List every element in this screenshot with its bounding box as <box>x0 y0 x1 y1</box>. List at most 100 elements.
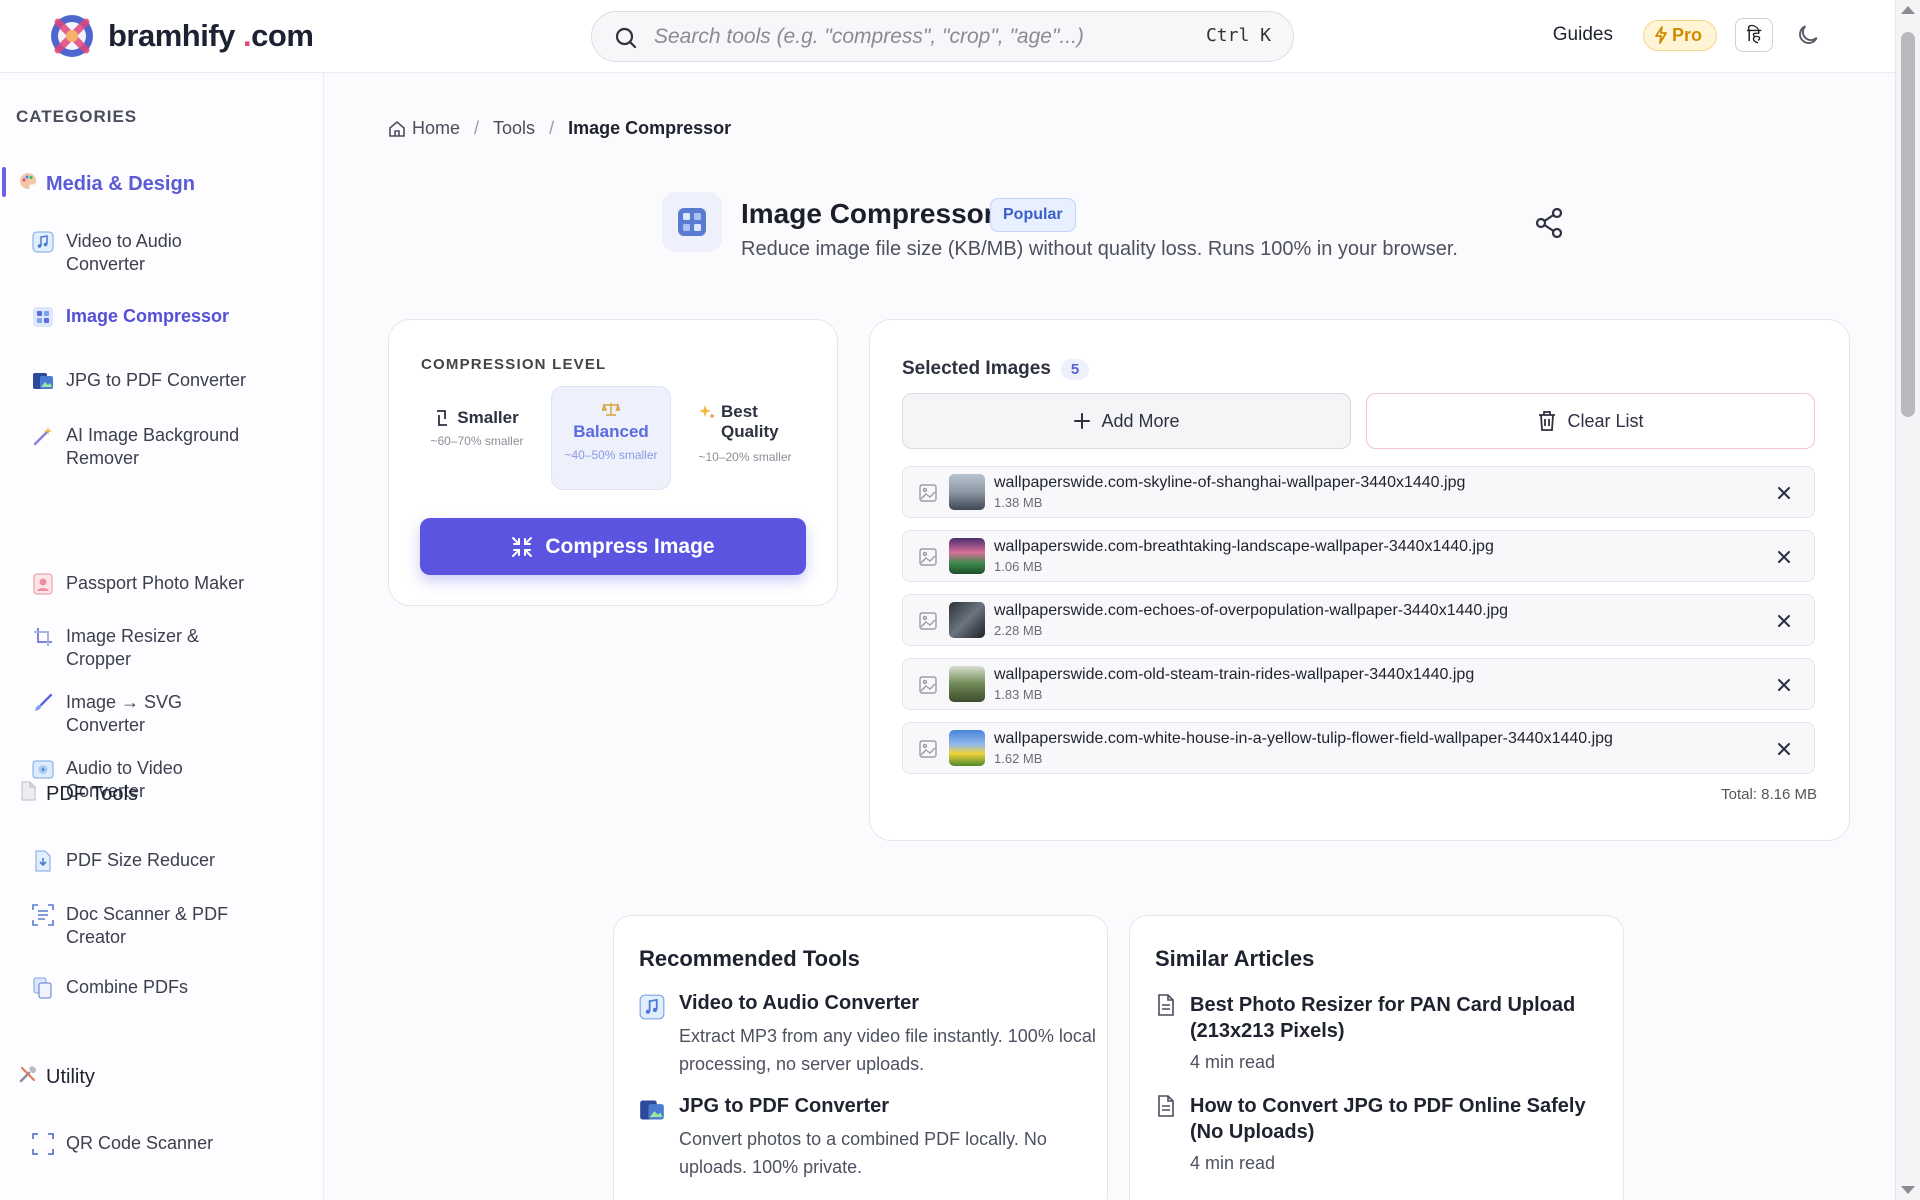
pro-button[interactable]: Pro <box>1642 19 1717 51</box>
sidebar-item-doc-scanner[interactable]: Doc Scanner & PDF Creator <box>32 903 262 949</box>
thumbnail-image <box>949 730 985 766</box>
sidebar-item-label: Image Resizer & Cropper <box>66 626 200 669</box>
level-best-quality-option[interactable]: Best Quality ~10–20% smaller <box>685 386 805 490</box>
similar-articles-panel: Similar Articles Best Photo Resizer for … <box>1129 915 1624 1200</box>
scrollbar-thumb[interactable] <box>1901 32 1915 417</box>
image-count-badge: 5 <box>1060 358 1090 380</box>
moon-icon[interactable] <box>1791 18 1825 52</box>
file-row: wallpaperswide.com-echoes-of-overpopulat… <box>902 594 1815 646</box>
home-icon <box>389 120 405 137</box>
search-box[interactable]: Ctrl K <box>591 11 1294 62</box>
sidebar-item-label: Doc Scanner & PDF Creator <box>66 904 229 947</box>
sidebar-item-label: Passport Photo Maker <box>66 573 245 593</box>
remove-file-icon[interactable] <box>1774 547 1794 567</box>
level-desc: ~60–70% smaller <box>430 434 524 448</box>
clear-list-button[interactable]: Clear List <box>1366 393 1815 449</box>
files-icon <box>32 977 54 999</box>
document-icon <box>1155 1095 1177 1117</box>
image-pdf-icon <box>639 1097 665 1123</box>
lightning-icon <box>1655 26 1667 44</box>
image-pdf-icon <box>32 370 54 392</box>
sidebar-item-video-to-audio[interactable]: Video to Audio Converter <box>32 230 262 276</box>
crop-icon <box>32 626 54 648</box>
file-row: wallpaperswide.com-old-steam-train-rides… <box>902 658 1815 710</box>
tools-icon <box>18 1064 38 1090</box>
remove-file-icon[interactable] <box>1774 483 1794 503</box>
pdf-icon <box>18 781 38 807</box>
breadcrumb-separator: / <box>549 118 555 138</box>
search-icon <box>614 26 638 50</box>
sidebar-group-utility[interactable]: Utility <box>18 1064 95 1090</box>
trash-icon <box>1539 411 1556 431</box>
sidebar-item-label: Image → SVG Converter <box>66 692 183 735</box>
sidebar-item-label: PDF Size Reducer <box>66 850 216 870</box>
article-item[interactable]: How to Convert JPG to PDF Online Safely … <box>1155 1093 1605 1183</box>
brand-mark-icon <box>42 12 106 60</box>
sidebar-item-pdf-size-reducer[interactable]: PDF Size Reducer <box>32 849 262 872</box>
sidebar-title: CATEGORIES <box>16 107 138 126</box>
page-scrollbar[interactable] <box>1895 0 1920 1200</box>
file-size: 1.83 MB <box>994 687 1043 702</box>
thumbnail-image <box>949 474 985 510</box>
sidebar-item-image-resizer[interactable]: Image Resizer & Cropper <box>32 625 262 671</box>
sidebar-item-jpg-to-pdf[interactable]: JPG to PDF Converter <box>32 369 262 392</box>
level-balanced-option[interactable]: Balanced ~40–50% smaller <box>551 386 671 490</box>
sidebar-item-combine-pdfs[interactable]: Combine PDFs <box>32 976 262 999</box>
compress-image-button[interactable]: Compress Image <box>420 518 806 575</box>
file-size: 1.06 MB <box>994 559 1043 574</box>
image-compressor-icon <box>662 192 722 252</box>
breadcrumb-tools[interactable]: Tools <box>493 118 535 139</box>
total-size: Total: 8.16 MB <box>1721 786 1817 803</box>
brand-name: bramhify <box>108 18 235 53</box>
article-title: Best Photo Resizer for PAN Card Upload (… <box>1190 994 1576 1042</box>
guides-link[interactable]: Guides <box>1553 24 1613 46</box>
scroll-down-arrow-icon[interactable] <box>1901 1186 1915 1194</box>
scroll-up-arrow-icon[interactable] <box>1901 6 1915 14</box>
sidebar-group-media-design[interactable]: Media & Design <box>2 167 195 197</box>
file-size: 1.38 MB <box>994 495 1043 510</box>
remove-file-icon[interactable] <box>1774 611 1794 631</box>
grid-image-icon <box>32 306 54 328</box>
file-name: wallpaperswide.com-white-house-in-a-yell… <box>994 730 1613 747</box>
popular-badge: Popular <box>990 198 1076 232</box>
level-smaller-option[interactable]: Smaller ~60–70% smaller <box>417 386 537 490</box>
breadcrumb: Home / Tools / Image Compressor <box>388 118 731 139</box>
music-icon <box>32 231 54 253</box>
recommended-item-desc: Convert photos to a combined PDF locally… <box>679 1129 1047 1177</box>
file-row: wallpaperswide.com-breathtaking-landscap… <box>902 530 1815 582</box>
remove-file-icon[interactable] <box>1774 675 1794 695</box>
file-name: wallpaperswide.com-old-steam-train-rides… <box>994 666 1475 683</box>
sidebar-item-image-to-svg[interactable]: Image → SVG Converter <box>32 691 262 737</box>
share-icon[interactable] <box>1532 206 1566 240</box>
recommended-item-video-to-audio[interactable]: Video to Audio Converter Extract MP3 fro… <box>639 992 1096 1082</box>
sidebar-item-image-compressor[interactable]: Image Compressor <box>32 305 262 328</box>
sidebar-item-qr-scanner[interactable]: QR Code Scanner <box>32 1132 262 1155</box>
sidebar-group-pdf-tools[interactable]: PDF Tools <box>18 781 138 807</box>
search-input[interactable] <box>654 12 1174 61</box>
recommended-tools-panel: Recommended Tools Video to Audio Convert… <box>613 915 1108 1200</box>
brand-logo[interactable]: bramhify .com <box>42 12 314 60</box>
similar-articles-title: Similar Articles <box>1155 946 1315 971</box>
article-item[interactable]: Best Photo Resizer for PAN Card Upload (… <box>1155 992 1605 1082</box>
recommended-item-jpg-to-pdf[interactable]: JPG to PDF Converter Convert photos to a… <box>639 1095 1089 1185</box>
sidebar-item-ai-background-remover[interactable]: AI Image Background Remover <box>32 424 262 470</box>
sidebar-item-passport-photo[interactable]: Passport Photo Maker <box>32 572 262 595</box>
image-file-icon <box>919 484 937 502</box>
palette-icon <box>18 171 38 197</box>
breadcrumb-home[interactable]: Home <box>388 118 460 139</box>
thumbnail-image <box>949 602 985 638</box>
scale-icon <box>552 401 670 422</box>
add-more-button[interactable]: Add More <box>902 393 1351 449</box>
selected-images-title: Selected Images <box>902 358 1051 379</box>
remove-file-icon[interactable] <box>1774 739 1794 759</box>
music-icon <box>639 994 665 1020</box>
file-name: wallpaperswide.com-breathtaking-landscap… <box>994 538 1494 555</box>
file-row: wallpaperswide.com-skyline-of-shanghai-w… <box>902 466 1815 518</box>
article-read-time: 4 min read <box>1190 1052 1276 1072</box>
sidebar: CATEGORIES Media & Design Video to Audio… <box>0 73 324 1200</box>
sidebar-item-label: JPG to PDF Converter <box>66 370 247 390</box>
compression-level-label: COMPRESSION LEVEL <box>421 356 607 373</box>
language-toggle-button[interactable]: हि <box>1735 18 1773 52</box>
tool-description: Reduce image file size (KB/MB) without q… <box>741 238 1458 260</box>
recommended-item-desc: Extract MP3 from any video file instantl… <box>679 1026 1096 1074</box>
